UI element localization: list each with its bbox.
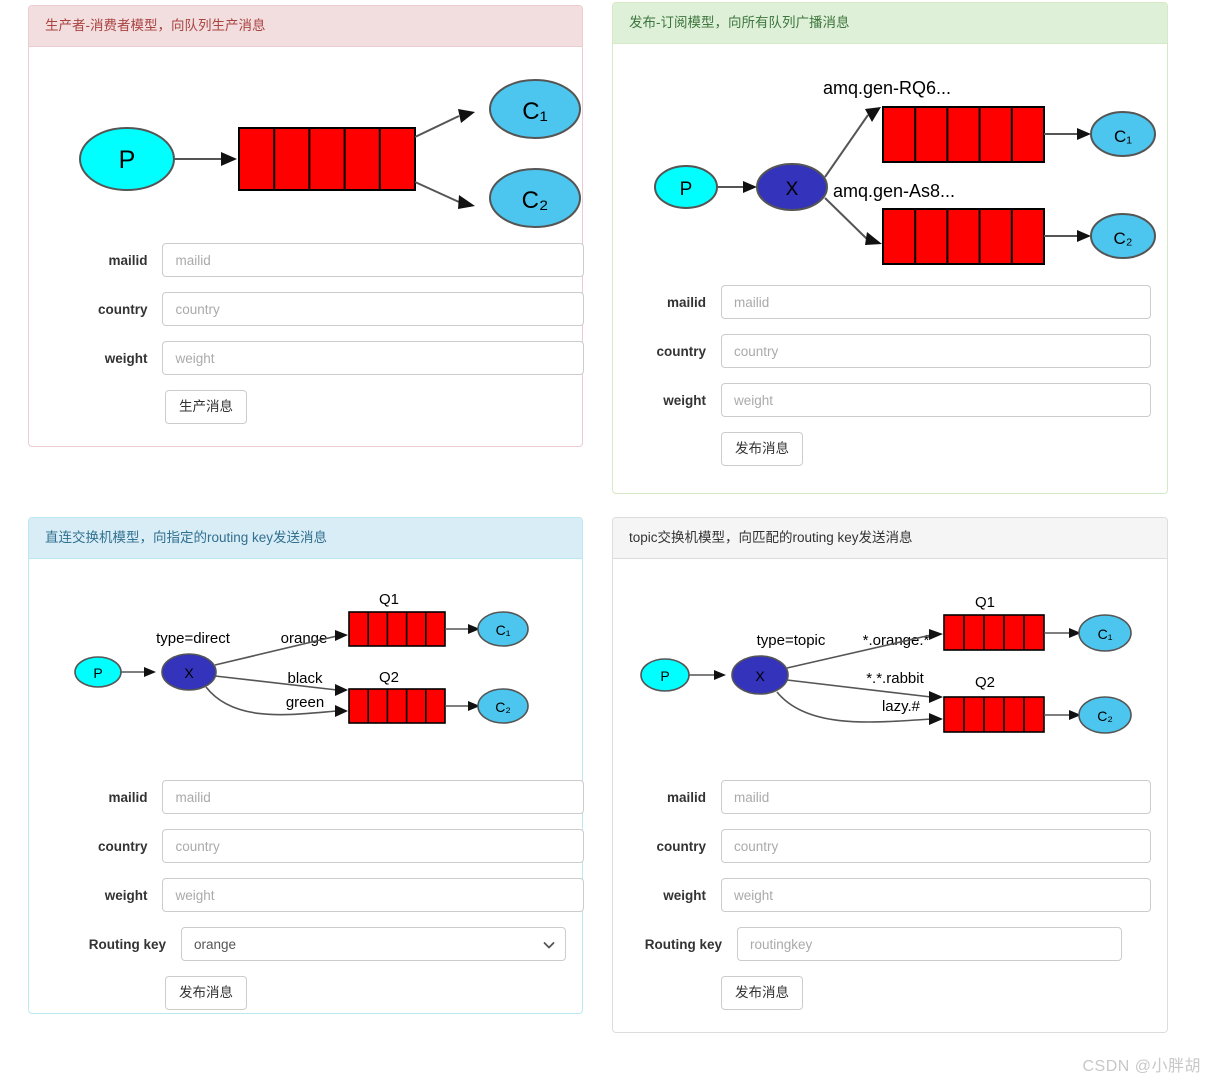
svg-text:C₂: C₂ [1097, 708, 1113, 724]
card-header-topic-exchange: topic交换机模型，向匹配的routing key发送消息 [613, 518, 1167, 560]
input-routing-key[interactable] [737, 927, 1122, 962]
label-weight: weight [663, 887, 706, 903]
card-producer-consumer: 生产者-消费者模型，向队列生产消息 P C₁ C₂ mailid mailid … [28, 5, 584, 447]
diagram-topic-exchange: type=topic *.orange.* *.*.rabbit lazy.# … [639, 577, 1149, 747]
svg-text:C₂: C₂ [1114, 229, 1133, 248]
form-row-weight: weight [613, 878, 1169, 913]
label-mailid: mailid [108, 252, 148, 268]
queue-label-q1: amq.gen-RQ6... [823, 78, 951, 98]
queue-label-q1: Q1 [975, 594, 995, 611]
label-mailid: mailid [666, 294, 706, 310]
card-header-publish-subscribe: 发布-订阅模型，向所有队列广播消息 [613, 3, 1167, 45]
svg-text:C₁: C₁ [496, 622, 511, 638]
label-mailid: mailid [108, 789, 148, 805]
input-country[interactable] [721, 829, 1151, 864]
svg-text:P: P [680, 179, 693, 200]
label-routing-key: Routing key [88, 936, 166, 952]
page-root: 生产者-消费者模型，向队列生产消息 P C₁ C₂ mailid mailid … [0, 0, 1217, 1088]
watermark: CSDN @小胖胡 [1082, 1058, 1201, 1075]
form-row-country: country [613, 829, 1169, 864]
form-row-mailid: mailid [613, 780, 1169, 815]
queue-label-q2: amq.gen-As8... [833, 181, 955, 201]
input-country[interactable] [162, 829, 584, 864]
form-row-country: country [29, 829, 584, 864]
label-country: country [656, 838, 706, 854]
form-row-country: country [29, 292, 584, 327]
svg-text:X: X [786, 179, 799, 200]
svg-text:C₁: C₁ [522, 98, 547, 125]
exchange-type-label: type=direct [156, 630, 231, 647]
input-weight[interactable] [162, 341, 584, 376]
queue-label-q2: Q2 [379, 669, 399, 686]
card-header-producer-consumer: 生产者-消费者模型，向队列生产消息 [29, 6, 582, 48]
form-row-country: country [613, 334, 1169, 369]
card-topic-exchange: topic交换机模型，向匹配的routing key发送消息 type=topi… [612, 517, 1168, 1033]
input-mailid[interactable] [721, 285, 1151, 320]
svg-text:P: P [93, 665, 102, 681]
input-mailid[interactable] [721, 780, 1151, 815]
publish-message-button[interactable]: 发布消息 [721, 432, 803, 467]
svg-text:X: X [184, 665, 194, 681]
form-row-mailid: mailid [29, 780, 584, 815]
svg-text:P: P [660, 668, 669, 684]
input-weight[interactable] [721, 878, 1151, 913]
label-country: country [97, 838, 148, 854]
binding-key-lazy: lazy.# [882, 698, 921, 715]
form-row-mailid: mailid [613, 285, 1169, 320]
card-publish-subscribe: 发布-订阅模型，向所有队列广播消息 amq.gen-RQ6... amq.gen… [612, 2, 1168, 494]
binding-key-green: green [286, 694, 324, 711]
svg-text:C₂: C₂ [495, 699, 511, 715]
label-weight: weight [104, 887, 148, 903]
queue-label-q2: Q2 [975, 674, 995, 691]
form-row-weight: weight [29, 341, 584, 376]
exchange-type-label: type=topic [757, 632, 826, 649]
form-row-routing-key: Routing key orange [29, 927, 584, 962]
form-row-weight: weight [29, 878, 584, 913]
form-row-weight: weight [613, 383, 1169, 418]
svg-text:C₂: C₂ [522, 187, 549, 214]
publish-message-button[interactable]: 发布消息 [721, 976, 803, 1011]
binding-key-orange: *.orange.* [863, 632, 930, 649]
input-mailid[interactable] [162, 243, 584, 278]
label-weight: weight [663, 392, 706, 408]
queue-label-q1: Q1 [379, 591, 399, 608]
input-country[interactable] [162, 292, 584, 327]
svg-text:P: P [119, 146, 136, 174]
form-row-routing-key: Routing key [613, 927, 1169, 962]
diagram-direct-exchange: type=direct orange black green Q1 Q2 P X [74, 577, 544, 742]
label-routing-key: Routing key [644, 936, 722, 952]
label-mailid: mailid [666, 789, 706, 805]
label-country: country [97, 301, 148, 317]
label-country: country [656, 343, 706, 359]
card-header-direct-exchange: 直连交换机模型，向指定的routing key发送消息 [29, 518, 582, 560]
diagram-publish-subscribe: amq.gen-RQ6... amq.gen-As8... P X C₁ C₂ [653, 62, 1163, 277]
binding-key-rabbit: *.*.rabbit [866, 670, 924, 687]
label-weight: weight [104, 350, 148, 366]
publish-message-button[interactable]: 发布消息 [165, 976, 247, 1011]
diagram-producer-consumer: P [79, 65, 479, 230]
svg-text:C₁: C₁ [1114, 127, 1132, 146]
input-country[interactable] [721, 334, 1151, 369]
svg-text:X: X [755, 668, 765, 684]
form-row-mailid: mailid [29, 243, 584, 278]
produce-message-button[interactable]: 生产消息 [165, 390, 247, 425]
input-weight[interactable] [162, 878, 584, 913]
routing-key-select-value[interactable]: orange [181, 927, 566, 962]
input-weight[interactable] [721, 383, 1151, 418]
diagram-consumer-c1: C₁ C₂ [481, 69, 581, 249]
card-direct-exchange: 直连交换机模型，向指定的routing key发送消息 type=direct … [28, 517, 584, 1014]
routing-key-select[interactable]: orange [181, 927, 566, 962]
input-mailid[interactable] [162, 780, 584, 815]
svg-text:C₁: C₁ [1098, 626, 1113, 642]
